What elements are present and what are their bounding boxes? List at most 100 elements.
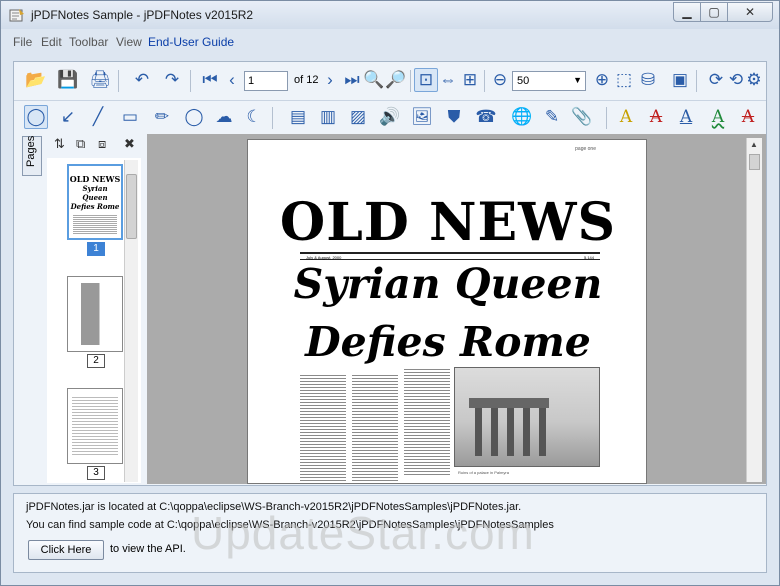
pencil-tool-button[interactable]: ✏: [150, 105, 174, 129]
thumbnail-number-2: 2: [87, 354, 105, 368]
cloud-tool-button[interactable]: ☁: [212, 105, 236, 129]
scroll-up-icon[interactable]: ▲: [750, 140, 758, 149]
last-page-button[interactable]: ⏭: [340, 68, 364, 92]
image-button[interactable]: 🖼: [410, 105, 434, 129]
tab-pages[interactable]: Pages: [22, 136, 42, 176]
menu-view[interactable]: View: [116, 35, 142, 49]
thumbnail-page-3[interactable]: [67, 388, 123, 464]
select-tool-button[interactable]: ◯: [24, 105, 48, 129]
document-scroll-thumb[interactable]: [749, 154, 760, 170]
line-tool-icon: ╱: [92, 107, 104, 126]
photo-column: [539, 408, 546, 456]
annotation-toolbar: ◯ ↙ ╱ ▭ ✏ ◯ ☁ ☾ ▤ ▥ ▨ 🔊 🖼 ⛊ ☎ 🌐 ✎ 📎 A A …: [14, 100, 766, 134]
title-bar[interactable]: jPDFNotes Sample - jPDFNotes v2015R2 ▁ ▢…: [1, 1, 779, 29]
menu-end-user-guide[interactable]: End-User Guide: [148, 35, 234, 49]
squiggly-text-button[interactable]: A: [706, 105, 730, 129]
thumbnail-page-2[interactable]: [67, 276, 123, 352]
toolbar-separator: [484, 70, 485, 92]
rectangle-tool-button[interactable]: ▭: [118, 105, 142, 129]
text-box-button[interactable]: ▥: [316, 105, 340, 129]
underline-text-button[interactable]: A: [674, 105, 698, 129]
print-icon: 🖨: [89, 70, 111, 89]
highlight-text-button[interactable]: A: [614, 105, 638, 129]
toolbar-separator: [606, 107, 607, 129]
stamp-tool-button[interactable]: ⛊: [442, 105, 466, 129]
settings-button[interactable]: ⚙: [742, 68, 766, 92]
redo-button[interactable]: ↷: [160, 68, 184, 92]
menu-edit[interactable]: Edit: [41, 35, 62, 49]
insert-pages-icon[interactable]: ⧈: [98, 136, 106, 152]
thumb-headline-1: Syrian Queen: [82, 184, 108, 202]
crop-button[interactable]: ▣: [668, 68, 692, 92]
undo-button[interactable]: ↶: [130, 68, 154, 92]
ellipse-tool-button[interactable]: ◯: [182, 105, 206, 129]
first-page-button[interactable]: ⏮: [198, 68, 222, 92]
zoom-value: 50: [517, 75, 530, 87]
zoom-out-button[interactable]: ⊖: [488, 68, 512, 92]
fit-width-icon: ⇔: [439, 70, 457, 89]
photo-column: [475, 408, 482, 456]
marquee-zoom-icon: ⬚: [615, 70, 633, 89]
strikethrough-red-text-button[interactable]: A: [736, 105, 760, 129]
document-scrollbar[interactable]: ▲: [746, 138, 762, 482]
zoom-select[interactable]: 50 ▼: [512, 71, 586, 91]
arc-tool-icon: ☾: [246, 107, 262, 126]
arrow-tool-button[interactable]: ↙: [56, 105, 80, 129]
thumbnail-scroll-thumb[interactable]: [126, 174, 137, 239]
article-column-3: [404, 367, 450, 477]
close-button[interactable]: ✕: [727, 2, 773, 22]
squiggly-text-icon: A: [711, 107, 725, 127]
crop-icon: ▣: [671, 70, 689, 89]
fit-page-button[interactable]: ⊞: [458, 68, 482, 92]
photo-column: [507, 408, 514, 456]
first-page-icon: ⏮: [202, 70, 218, 89]
stamp-button[interactable]: ⛁: [636, 68, 660, 92]
search-button[interactable]: 🔍: [362, 68, 386, 92]
app-window: jPDFNotes Sample - jPDFNotes v2015R2 ▁ ▢…: [0, 0, 780, 586]
save-button[interactable]: 💾: [56, 68, 80, 92]
marquee-zoom-button[interactable]: ⬚: [612, 68, 636, 92]
actual-size-button[interactable]: ⊡: [414, 68, 438, 92]
note-icon: ▤: [289, 107, 307, 126]
fit-width-button[interactable]: ⇔: [436, 68, 460, 92]
pdf-page[interactable]: page one OLD NEWS July & August, 2000 5.…: [247, 139, 647, 484]
arc-tool-button[interactable]: ☾: [242, 105, 266, 129]
document-viewer[interactable]: page one OLD NEWS July & August, 2000 5.…: [147, 134, 766, 484]
line-tool-button[interactable]: ╱: [86, 105, 110, 129]
main-toolbar: 📂 💾 🖨 ↶ ↷ ⏮ ‹ of 12 › ⏭ 🔍 🔎 ⊡ ⇔ ⊞ ⊖ 50 ▼: [14, 64, 766, 98]
sticky-note-button[interactable]: ▨: [346, 105, 370, 129]
next-page-icon: ›: [327, 70, 333, 89]
open-button[interactable]: 📂: [24, 68, 48, 92]
menu-file[interactable]: File: [13, 35, 32, 49]
sort-pages-icon[interactable]: ⇅: [54, 136, 65, 152]
settings-icon: ⚙: [746, 70, 762, 89]
prev-page-button[interactable]: ‹: [220, 68, 244, 92]
ruins-photo: [454, 367, 600, 467]
zoom-in-button[interactable]: ⊕: [590, 68, 614, 92]
open-icon: 📂: [25, 70, 47, 89]
headline-line-1: Syrian Queen: [293, 260, 603, 308]
sound-button[interactable]: 🔊: [378, 105, 402, 129]
extract-pages-icon[interactable]: ⧉: [76, 136, 85, 152]
thumbnail-scrollbar[interactable]: [124, 160, 138, 482]
view-api-button[interactable]: Click Here: [28, 540, 104, 560]
edit-button[interactable]: ✎: [540, 105, 564, 129]
menu-toolbar[interactable]: Toolbar: [69, 35, 108, 49]
thumbnail-page-1[interactable]: OLD NEWS Syrian Queen Defies Rome: [67, 164, 123, 240]
pencil-tool-icon: ✏: [154, 107, 170, 126]
search-next-button[interactable]: 🔎: [384, 68, 408, 92]
search-next-icon: 🔎: [385, 70, 407, 89]
attach-button[interactable]: 📎: [570, 105, 594, 129]
web-button[interactable]: 🌐: [510, 105, 534, 129]
fax-button[interactable]: ☎: [474, 105, 498, 129]
minimize-button[interactable]: ▁: [673, 2, 701, 22]
page-number-input[interactable]: [244, 71, 288, 91]
rotate-ccw-icon: ⟲: [728, 70, 744, 89]
next-page-button[interactable]: ›: [318, 68, 342, 92]
maximize-button[interactable]: ▢: [700, 2, 728, 22]
note-button[interactable]: ▤: [286, 105, 310, 129]
print-button[interactable]: 🖨: [88, 68, 112, 92]
search-icon: 🔍: [363, 70, 385, 89]
strikeout-text-button[interactable]: A: [644, 105, 668, 129]
delete-pages-icon[interactable]: ✖: [124, 136, 135, 152]
